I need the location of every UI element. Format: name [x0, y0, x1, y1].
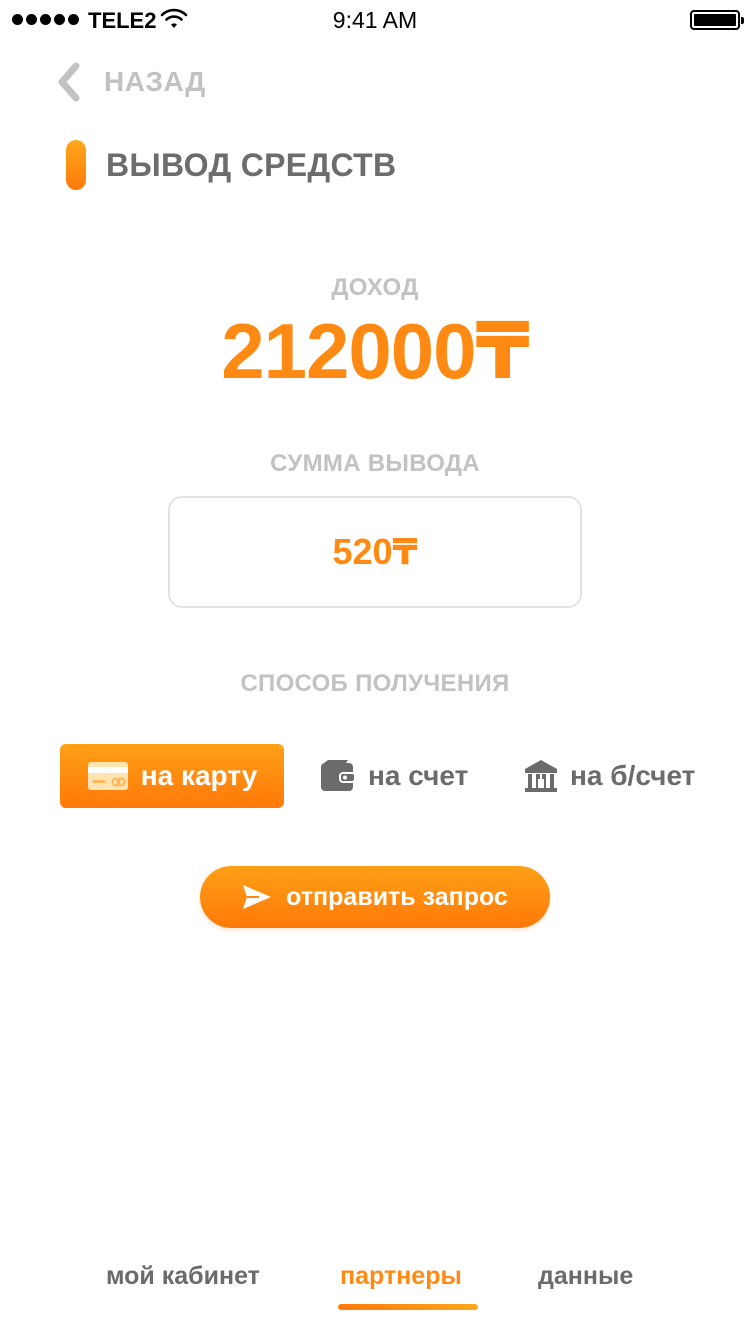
income-label: ДОХОД	[331, 274, 419, 301]
submit-request-button[interactable]: отправить запрос	[200, 866, 550, 928]
withdrawal-amount-label: СУММА ВЫВОДА	[270, 450, 480, 477]
tab-partners[interactable]: партнеры	[340, 1262, 462, 1291]
page-header: ВЫВОД СРЕДСТВ	[66, 140, 396, 190]
title-accent-bar	[66, 140, 86, 190]
back-label: НАЗАД	[104, 66, 206, 97]
withdrawal-amount-value: 520₸	[332, 531, 418, 572]
method-card-button[interactable]: на карту	[60, 744, 284, 808]
method-bank-account-button[interactable]: на б/счет	[524, 744, 695, 808]
back-button[interactable]: НАЗАД	[56, 62, 206, 102]
tab-data[interactable]: данные	[538, 1262, 633, 1291]
method-card-label: на карту	[140, 760, 258, 791]
clock: 9:41 AM	[332, 7, 418, 33]
battery-icon	[690, 10, 744, 30]
status-bar: TELE2 9:41 AM	[0, 0, 750, 40]
credit-card-icon	[87, 762, 128, 790]
bottom-navigation: мой кабинет партнеры данные	[0, 1262, 750, 1322]
send-icon	[243, 885, 272, 909]
page-title: ВЫВОД СРЕДСТВ	[106, 146, 397, 183]
method-label: СПОСОБ ПОЛУЧЕНИЯ	[240, 670, 510, 697]
withdrawal-amount-field[interactable]: 520₸	[168, 496, 582, 608]
wallet-icon	[321, 760, 356, 791]
bank-icon	[525, 760, 557, 792]
method-bank-account-label: на б/счет	[570, 760, 696, 791]
submit-request-label: отправить запрос	[286, 882, 508, 911]
method-account-label: на счет	[368, 760, 469, 791]
method-account-button[interactable]: на счет	[320, 744, 468, 808]
income-value: 212000₸	[221, 307, 530, 395]
active-tab-indicator	[338, 1304, 478, 1310]
chevron-left-icon	[58, 62, 80, 102]
tab-my-cabinet[interactable]: мой кабинет	[106, 1262, 260, 1291]
